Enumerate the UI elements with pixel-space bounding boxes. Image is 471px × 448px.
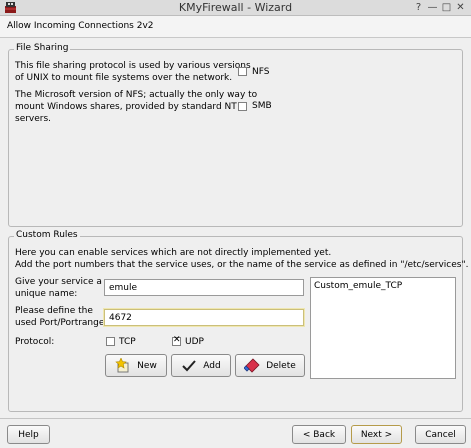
protocol-label: Protocol:: [15, 337, 55, 347]
custom-rules-intro-line1: Here you can enable services which are n…: [15, 248, 332, 258]
maximize-icon[interactable]: □: [441, 2, 452, 13]
custom-rules-intro-line2: Add the port numbers that the service us…: [15, 260, 469, 270]
checkmark-icon: [181, 358, 197, 374]
tcp-label[interactable]: TCP: [119, 336, 136, 348]
port-input[interactable]: 4672: [104, 309, 304, 326]
smb-description-line3: servers.: [15, 114, 52, 124]
service-name-label-line2: unique name:: [15, 289, 78, 299]
nfs-description-line1: This file sharing protocol is used by va…: [15, 61, 251, 71]
port-label-line1: Please define the: [15, 306, 93, 316]
minimize-icon[interactable]: —: [427, 2, 438, 13]
custom-rules-legend: Custom Rules: [14, 230, 80, 240]
help-icon[interactable]: ?: [413, 2, 424, 13]
next-button[interactable]: Next >: [351, 425, 402, 444]
delete-button-label: Delete: [266, 360, 296, 371]
service-name-label-line1: Give your service a: [15, 277, 102, 287]
smb-checkbox[interactable]: [238, 102, 247, 111]
new-button-label: New: [137, 360, 157, 371]
window-title: KMyFirewall - Wizard: [178, 1, 293, 14]
nfs-checkbox[interactable]: [238, 67, 247, 76]
list-item[interactable]: Custom_emule_TCP: [314, 281, 402, 291]
nfs-description-line2: of UNIX to mount file systems over the n…: [15, 73, 233, 83]
nfs-label[interactable]: NFS: [252, 66, 269, 78]
cancel-button[interactable]: Cancel: [415, 425, 466, 444]
service-name-input[interactable]: emule: [104, 279, 304, 296]
port-label-line2: used Port/Portrange:: [15, 318, 108, 328]
footer-separator: [0, 418, 471, 419]
back-button[interactable]: < Back: [292, 425, 346, 444]
smb-label[interactable]: SMB: [252, 100, 272, 112]
smb-description-line2: mount Windows shares, provided by standa…: [15, 102, 237, 112]
add-button-label: Add: [203, 360, 221, 371]
help-button[interactable]: Help: [7, 425, 50, 444]
new-button[interactable]: New: [105, 354, 167, 377]
new-star-icon: [115, 357, 131, 374]
tcp-checkbox[interactable]: [106, 337, 115, 346]
page-title: Allow Incoming Connections 2v2: [7, 21, 154, 31]
smb-description-line1: The Microsoft version of NFS; actually t…: [15, 90, 258, 100]
close-icon[interactable]: ✕: [455, 2, 466, 13]
udp-label[interactable]: UDP: [185, 336, 204, 348]
services-list[interactable]: Custom_emule_TCP: [310, 277, 456, 379]
delete-button[interactable]: Delete: [235, 354, 305, 377]
udp-checkbox[interactable]: [172, 335, 181, 346]
add-button[interactable]: Add: [171, 354, 231, 377]
file-sharing-legend: File Sharing: [14, 43, 71, 53]
eraser-icon: [244, 357, 260, 374]
wizard-header: Allow Incoming Connections 2v2: [0, 16, 471, 38]
window-titlebar[interactable]: KMyFirewall - Wizard ? — □ ✕: [0, 0, 471, 16]
